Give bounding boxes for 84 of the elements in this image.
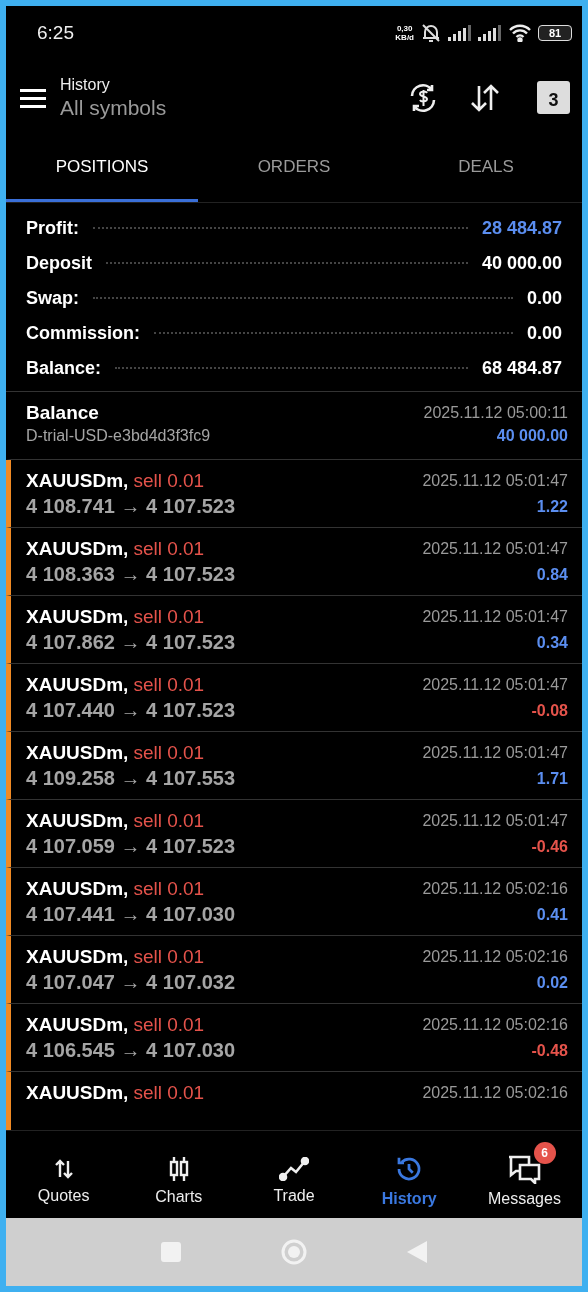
deal-profit: 0.34 [536,633,568,652]
signal-icon [448,25,472,41]
deal-side: sell 0.01 [133,674,205,695]
deal-symbol: XAUUSDm, [26,470,129,491]
deal-time: 2025.11.12 05:02:16 [422,1084,568,1102]
deal-profit: 0.41 [536,905,568,924]
deal-profit: 1.22 [536,497,568,516]
deal-time: 2025.11.12 05:01:47 [422,676,568,694]
deal-time: 2025.11.12 05:02:16 [422,1016,568,1034]
calendar-button[interactable]: 3 [537,81,570,114]
deal-prices: 4 107.059 → 4 107.523 [26,835,236,858]
deal-prices: 4 108.363 → 4 107.523 [26,563,236,586]
deal-profit: 0.02 [536,973,568,992]
nav-tab[interactable]: Charts [121,1143,237,1206]
chat-bubbles-icon [506,1153,543,1184]
unread-badge: 6 [533,1141,556,1164]
symbol-filter[interactable]: All symbols [60,95,377,120]
summary-label: Swap: [26,287,79,309]
summary-value: 68 484.87 [481,357,562,379]
data-speed: 0,30 KB/d [395,24,414,42]
deal-symbol: XAUUSDm, [26,810,129,831]
deal-prices: 4 106.545 → 4 107.030 [26,1039,236,1062]
deal-side: sell 0.01 [133,538,205,559]
muted-bell-icon [420,23,442,43]
deal-profit: 0.84 [536,565,568,584]
deal-prices: 4 107.441 → 4 107.030 [26,903,236,926]
summary-label: Commission: [26,322,140,344]
deal-symbol: XAUUSDm, [26,946,129,967]
deal-time: 2025.11.12 05:01:47 [422,540,568,558]
summary-value: 0.00 [526,287,562,309]
deal-symbol: XAUUSDm, [26,674,129,695]
deal-symbol: XAUUSDm, [26,1082,129,1103]
deal-symbol: XAUUSDm, [26,1014,129,1035]
summary-value: 28 484.87 [481,217,562,239]
nav-tab[interactable]: Trade [236,1144,352,1205]
deal-time: 2025.11.12 05:02:16 [422,880,568,898]
nav-tab[interactable]: History [351,1141,467,1208]
nav-tab[interactable]: Messages 6 [466,1141,582,1208]
deal-time: 2025.11.12 05:01:47 [422,472,568,490]
summary-value: 0.00 [526,322,562,344]
tab[interactable]: ORDERS [198,135,390,202]
deal-profit: -0.08 [531,701,568,720]
deal-profit: -0.46 [531,837,568,856]
deal-side: sell 0.01 [133,810,205,831]
deal-time: 2025.11.12 05:01:47 [422,812,568,830]
deal-symbol: XAUUSDm, [26,538,129,559]
entry-amount: 40 000.00 [496,427,568,445]
tab[interactable]: POSITIONS [6,135,198,202]
deal-prices: 4 107.047 → 4 107.032 [26,971,236,994]
deal-profit: 1.71 [536,769,568,788]
signal-icon [478,25,502,41]
summary-label: Profit: [26,217,79,239]
summary-label: Deposit [26,252,92,274]
menu-button[interactable] [20,87,46,108]
deal-symbol: XAUUSDm, [26,878,129,899]
deal-side: sell 0.01 [133,606,205,627]
tab[interactable]: DEALS [390,135,582,202]
deal-time: 2025.11.12 05:01:47 [422,744,568,762]
deal-prices: 4 107.440 → 4 107.523 [26,699,236,722]
deal-time: 2025.11.12 05:02:16 [422,948,568,966]
deal-side: sell 0.01 [133,742,205,763]
deal-symbol: XAUUSDm, [26,742,129,763]
deal-side: sell 0.01 [133,1082,205,1103]
deal-profit: -0.48 [531,1041,568,1060]
summary-label: Balance: [26,357,102,379]
deal-side: sell 0.01 [133,878,205,899]
summary-value: 40 000.00 [481,252,562,274]
clock: 6:25 [37,22,74,44]
nav-tab[interactable]: Quotes [6,1144,122,1205]
battery-indicator: 81 [538,25,572,41]
wifi-icon [508,24,532,42]
deal-time: 2025.11.12 05:01:47 [422,608,568,626]
line-chart-icon [279,1156,309,1181]
deal-symbol: XAUUSDm, [26,606,129,627]
deal-side: sell 0.01 [133,1014,205,1035]
deal-side: sell 0.01 [133,470,205,491]
entry-title: Balance [26,402,99,424]
account-name: D-trial-USD-e3bd4d3f3fc9 [26,427,211,445]
deal-side: sell 0.01 [133,946,205,967]
entry-time: 2025.11.12 05:00:11 [423,404,568,422]
deal-prices: 4 108.741 → 4 107.523 [26,495,236,518]
deal-prices: 4 109.258 → 4 107.553 [26,767,236,790]
deal-prices: 4 107.862 → 4 107.523 [26,631,236,654]
screen-title: History [60,75,111,94]
